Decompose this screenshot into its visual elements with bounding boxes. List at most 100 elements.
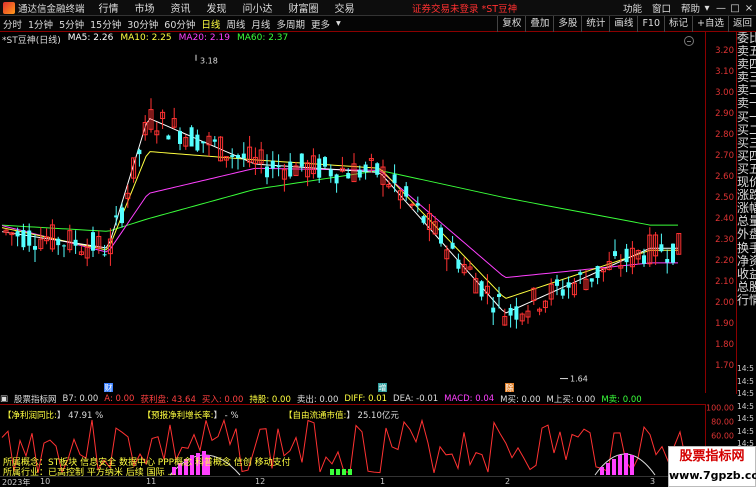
candle-body xyxy=(624,248,629,263)
date-tick: 2 xyxy=(505,477,511,486)
candle-body xyxy=(595,266,600,278)
menu-trade[interactable]: 交易 xyxy=(335,0,355,15)
close-icon[interactable]: × xyxy=(742,3,756,14)
candle-body xyxy=(357,169,362,178)
price-tick: 2.60 xyxy=(715,171,734,182)
quote-field-label: 净资 xyxy=(737,253,756,268)
menu-wealth-circle[interactable]: 财富圈 xyxy=(289,0,319,15)
quote-field-label: 买三 xyxy=(737,135,756,150)
zoom-minus-icon[interactable] xyxy=(684,36,694,46)
candle-body xyxy=(456,259,461,269)
period-60min[interactable]: 60分钟 xyxy=(161,17,198,31)
price-tick: 3.10 xyxy=(715,66,734,77)
candle-body xyxy=(73,239,78,246)
adjust-button[interactable]: 复权 xyxy=(497,16,525,32)
candle-body xyxy=(56,238,61,246)
buy-signal-bar xyxy=(618,455,622,475)
menu-news[interactable]: 资讯 xyxy=(171,0,191,15)
kline-chart[interactable]: 3.18 1.64 财 增 除 *ST豆神(日线) MA5: 2.26 MA10: 2.… xyxy=(0,32,706,402)
chevron-down-icon[interactable]: ▾ xyxy=(333,18,344,29)
menu-quotes[interactable]: 行情 xyxy=(99,0,119,15)
price-tick: 2.30 xyxy=(715,234,734,245)
multi-stock-button[interactable]: 多股 xyxy=(553,16,581,32)
period-15min[interactable]: 15分钟 xyxy=(87,17,124,31)
menu-function[interactable]: 功能 xyxy=(623,1,642,15)
price-tick: 3.20 xyxy=(715,45,734,56)
b7-value: B7: 0.00 xyxy=(62,393,99,404)
candle-body xyxy=(120,207,124,224)
menu-market[interactable]: 市场 xyxy=(135,0,155,15)
draw-line-button[interactable]: 画线 xyxy=(609,16,637,32)
quote-field-label: 换手 xyxy=(737,240,756,255)
kline-canvas[interactable]: 3.18 1.64 财 增 除 xyxy=(0,32,706,394)
candle-body xyxy=(288,161,293,177)
indicator-panel[interactable]: 【净利润同比:】 47.91 % 【预报净利增长率:】 - % 【自由流通市值:… xyxy=(0,404,706,478)
candle-body xyxy=(578,272,583,275)
menu-ask-xiaoda[interactable]: 问小达 xyxy=(243,0,273,15)
candle-body xyxy=(439,227,443,244)
dea-value: DEA: -0.01 xyxy=(393,393,439,404)
candle-body xyxy=(555,279,559,286)
price-tick: 2.00 xyxy=(715,297,734,308)
statistics-button[interactable]: 统计 xyxy=(581,16,609,32)
trade-time-list: 14:5 14:5 14:5 14:5 14:5 14:5 14:5 xyxy=(737,363,756,451)
trading-notice[interactable]: 证券交易未登录 *ST豆神 xyxy=(412,1,517,15)
indicator-icon[interactable]: ▣ xyxy=(0,394,8,404)
price-tick: 2.40 xyxy=(715,213,734,224)
menu-help[interactable]: 帮助 xyxy=(681,1,700,15)
buy-signal-bar xyxy=(624,453,628,475)
buy-signal-bar xyxy=(606,463,610,475)
period-intraday[interactable]: 分时 xyxy=(0,17,25,31)
dropdown-icon[interactable]: ▾ xyxy=(700,3,714,14)
mark-button[interactable]: 标记 xyxy=(664,16,692,32)
net-profit-value: 】 47.91 % xyxy=(56,411,104,421)
f10-button[interactable]: F10 xyxy=(637,16,664,32)
period-weekly[interactable]: 周线 xyxy=(223,17,248,31)
a-value: A: 0.00 xyxy=(104,393,135,404)
quote-field-label: 买一 xyxy=(737,109,756,124)
quote-field-label: 收益 xyxy=(737,266,756,281)
candle-body xyxy=(189,127,194,147)
candle-body xyxy=(479,281,484,297)
sell-signal-bar xyxy=(342,469,346,475)
high-label: 3.18 xyxy=(200,57,218,66)
fundamentals-row: 【净利润同比:】 47.91 % 【预报净利增长率:】 - % 【自由流通市值:… xyxy=(3,409,399,421)
ma5-value: MA5: 2.26 xyxy=(67,33,114,43)
price-axis: 3.20 3.10 3.00 2.90 2.80 2.70 2.60 2.50 2.40 2.30… xyxy=(706,32,736,402)
candle-body xyxy=(375,163,380,175)
price-tick: 2.50 xyxy=(715,192,734,203)
menu-window[interactable]: 窗口 xyxy=(652,1,671,15)
period-daily[interactable]: 日线 xyxy=(198,17,223,31)
back-button[interactable]: 返回 xyxy=(727,16,756,32)
candle-body xyxy=(409,203,415,206)
date-axis: 2023年 10 11 12 1 2 3 xyxy=(0,476,706,487)
minimize-icon[interactable]: — xyxy=(714,3,728,14)
period-more[interactable]: 更多 xyxy=(308,17,333,31)
period-1min[interactable]: 1分钟 xyxy=(25,17,56,31)
add-watchlist-button[interactable]: +自选 xyxy=(692,16,728,32)
period-multi[interactable]: 多周期 xyxy=(273,17,308,31)
profit-value: 获利盘: 43.64 xyxy=(140,394,196,405)
period-5min[interactable]: 5分钟 xyxy=(56,17,87,31)
symbol-label: *ST豆神(日线) xyxy=(2,36,61,46)
period-monthly[interactable]: 月线 xyxy=(248,17,273,31)
candle-body xyxy=(560,289,565,296)
candle-body xyxy=(15,231,20,237)
menu-discover[interactable]: 发现 xyxy=(207,0,227,15)
candle-body xyxy=(514,306,519,320)
price-tick: 2.10 xyxy=(715,276,734,287)
candle-body xyxy=(276,165,281,168)
candle-body xyxy=(450,242,455,249)
chart-header: *ST豆神(日线) MA5: 2.26 MA10: 2.25 MA20: 2.1… xyxy=(2,33,295,46)
forecast-value: 】 - % xyxy=(213,411,239,421)
price-tick: 1.90 xyxy=(715,318,734,329)
maximize-icon[interactable]: □ xyxy=(728,3,742,14)
event-marker-label: 财 xyxy=(105,383,113,393)
candle-body xyxy=(137,149,142,155)
indicator-name[interactable]: 股票指标网 xyxy=(14,393,57,405)
trade-time: 14:5 xyxy=(737,376,754,386)
candle-body xyxy=(178,130,182,144)
period-30min[interactable]: 30分钟 xyxy=(124,17,161,31)
candle-body xyxy=(195,134,200,151)
overlay-button[interactable]: 叠加 xyxy=(525,16,553,32)
